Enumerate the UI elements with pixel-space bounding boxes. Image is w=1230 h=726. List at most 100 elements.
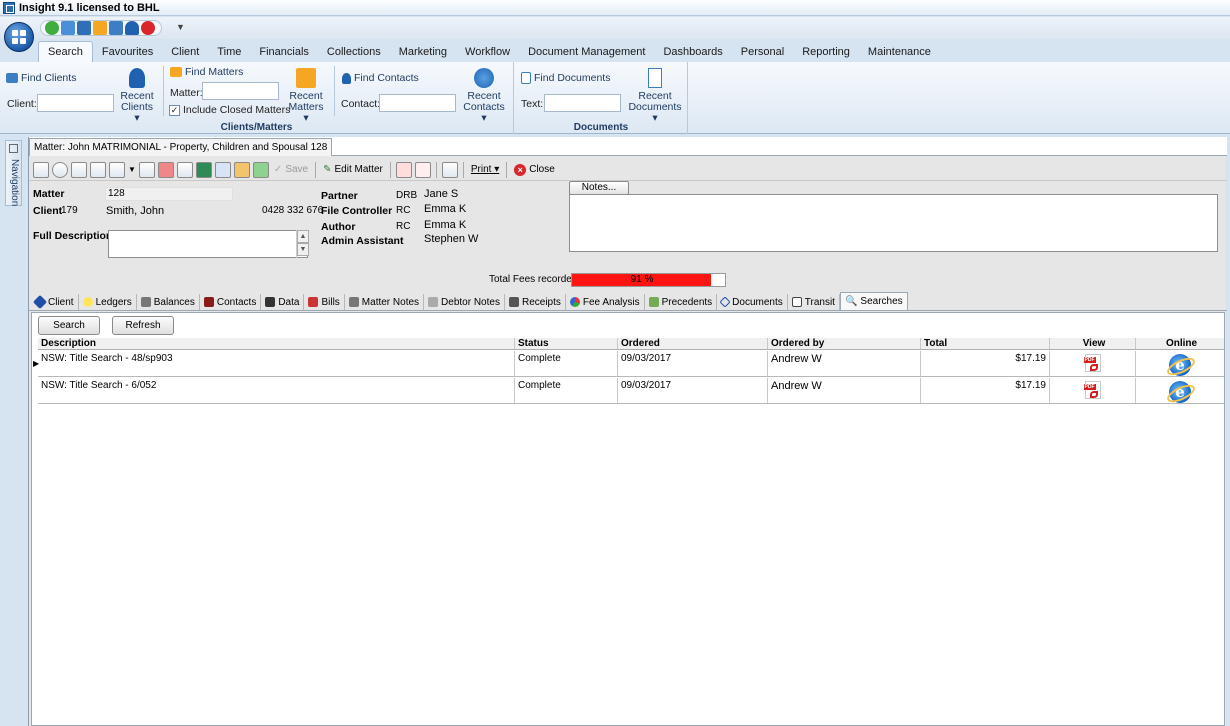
pdf-icon[interactable]: PDF: [1083, 381, 1101, 399]
tab-matter-notes[interactable]: Matter Notes: [345, 294, 425, 310]
checkmark-box-icon[interactable]: [414, 161, 431, 178]
tab-receipts[interactable]: Receipts: [505, 294, 566, 310]
calculator-icon[interactable]: [109, 161, 125, 178]
tab-dashboards[interactable]: Dashboards: [654, 42, 731, 62]
col-view[interactable]: View: [1050, 338, 1136, 349]
navigation-pane-toggle[interactable]: Navigation: [5, 140, 22, 206]
tab-searches[interactable]: 🔍 Searches: [839, 292, 908, 310]
refresh-icon[interactable]: [45, 21, 59, 35]
tab-maintenance[interactable]: Maintenance: [859, 42, 940, 62]
table-row[interactable]: NSW: Title Search - 48/sp903 Complete 09…: [38, 351, 1224, 377]
matter-search-input[interactable]: [202, 82, 279, 100]
edit-matter-button[interactable]: ✎ Edit Matter: [321, 164, 385, 175]
tab-document-management[interactable]: Document Management: [519, 42, 654, 62]
user-icon[interactable]: [125, 21, 139, 35]
include-closed-matters-checkbox[interactable]: ✓ Include Closed Matters: [169, 104, 290, 116]
tab-ledgers[interactable]: Ledgers: [79, 294, 137, 310]
tab-balances[interactable]: Balances: [137, 294, 200, 310]
scroll-down-icon[interactable]: ▼: [297, 243, 309, 256]
tab-contacts[interactable]: Contacts: [200, 294, 262, 310]
word-icon[interactable]: [214, 161, 231, 178]
col-ordered-by[interactable]: Ordered by: [768, 338, 921, 349]
dollar-icon[interactable]: [71, 161, 87, 178]
customize-toolbar-icon[interactable]: ▼: [176, 22, 185, 32]
tag-icon[interactable]: [441, 161, 458, 178]
print-button[interactable]: Print ▾: [469, 164, 501, 175]
matter-number-field[interactable]: 128: [105, 187, 233, 201]
cell-status: Complete: [515, 378, 618, 403]
document-search-input[interactable]: [544, 94, 621, 112]
tab-collections[interactable]: Collections: [318, 42, 390, 62]
col-status[interactable]: Status: [515, 338, 618, 349]
copy-icon[interactable]: [138, 161, 155, 178]
search-button[interactable]: Search: [38, 316, 100, 335]
recent-matters-button[interactable]: Recent Matters ▾: [286, 68, 326, 124]
calendar-icon[interactable]: [77, 21, 91, 35]
find-matters-button[interactable]: Find Matters: [170, 66, 243, 78]
tab-workflow[interactable]: Workflow: [456, 42, 519, 62]
col-total[interactable]: Total: [921, 338, 1050, 349]
application-menu-button[interactable]: [4, 22, 34, 52]
find-documents-button[interactable]: Find Documents: [521, 72, 610, 84]
col-ordered[interactable]: Ordered: [618, 338, 768, 349]
close-circle-icon[interactable]: [141, 21, 155, 35]
tab-fee-analysis[interactable]: Fee Analysis: [566, 294, 645, 310]
pin-icon: [9, 144, 18, 153]
description-scrollbar[interactable]: ▲ ▼: [296, 230, 309, 258]
window-icon[interactable]: [61, 21, 75, 35]
refresh-button[interactable]: Refresh: [112, 316, 174, 335]
tab-search[interactable]: Search: [38, 41, 93, 62]
tab-data[interactable]: Data: [261, 294, 305, 310]
folder-icon[interactable]: [93, 21, 107, 35]
users-icon[interactable]: [109, 21, 123, 35]
tab-marketing[interactable]: Marketing: [390, 42, 456, 62]
tab-personal[interactable]: Personal: [732, 42, 793, 62]
client-search-input[interactable]: [37, 94, 114, 112]
eraser-icon[interactable]: [157, 161, 174, 178]
find-clients-button[interactable]: Find Clients: [6, 72, 76, 84]
receipt-icon: [508, 297, 519, 307]
col-description[interactable]: Description: [38, 338, 515, 349]
tab-favourites[interactable]: Favourites: [93, 42, 162, 62]
tab-time[interactable]: Time: [208, 42, 250, 62]
tab-documents[interactable]: Documents: [717, 294, 788, 310]
internet-explorer-icon[interactable]: e: [1169, 381, 1191, 403]
clock-icon[interactable]: [52, 161, 68, 178]
recent-contacts-button[interactable]: Recent Contacts ▾: [460, 68, 508, 124]
client-field-label: Client:: [7, 98, 37, 110]
recent-clients-button[interactable]: Recent Clients ▾: [118, 68, 156, 124]
col-online[interactable]: Online: [1136, 338, 1224, 349]
tab-reporting[interactable]: Reporting: [793, 42, 859, 62]
pdf-icon[interactable]: PDF: [1083, 354, 1101, 372]
tab-client[interactable]: Client: [162, 42, 208, 62]
link-icon[interactable]: [233, 161, 250, 178]
matter-document-tab[interactable]: Matter: John MATRIMONIAL - Property, Chi…: [29, 138, 333, 156]
transfer-icon[interactable]: [90, 161, 106, 178]
view-icon[interactable]: [33, 161, 49, 178]
tab-debtor-notes[interactable]: Debtor Notes: [424, 294, 505, 310]
group-documents: Find Documents Text: Recent Documents ▾ …: [515, 62, 688, 134]
staff-role-partner: Partner: [321, 190, 358, 202]
bookmark-icon[interactable]: [195, 161, 212, 178]
save-button[interactable]: ✓ Save: [272, 164, 310, 175]
table-row[interactable]: NSW: Title Search - 6/052 Complete 09/03…: [38, 378, 1224, 404]
close-button[interactable]: × Close: [512, 163, 557, 176]
tab-bills[interactable]: Bills: [304, 294, 345, 310]
full-description-field[interactable]: [108, 230, 308, 258]
sync-icon[interactable]: [252, 161, 269, 178]
notes-button[interactable]: Notes...: [569, 181, 629, 195]
move-icon[interactable]: [176, 161, 193, 178]
tab-precedents[interactable]: Precedents: [645, 294, 718, 310]
internet-explorer-icon[interactable]: e: [1169, 354, 1191, 376]
tab-financials[interactable]: Financials: [250, 42, 318, 62]
contact-search-input[interactable]: [379, 94, 456, 112]
tab-client-detail[interactable]: Client: [31, 294, 79, 310]
recent-documents-button[interactable]: Recent Documents ▾: [627, 68, 683, 124]
scroll-up-icon[interactable]: ▲: [297, 230, 309, 243]
delete-icon[interactable]: [395, 161, 412, 178]
find-contacts-button[interactable]: Find Contacts: [342, 72, 419, 84]
notes-field[interactable]: [569, 194, 1218, 252]
tab-transit[interactable]: Transit: [788, 294, 840, 310]
app-icon: [3, 1, 15, 14]
dropdown-arrow-icon[interactable]: ▼: [128, 165, 136, 174]
